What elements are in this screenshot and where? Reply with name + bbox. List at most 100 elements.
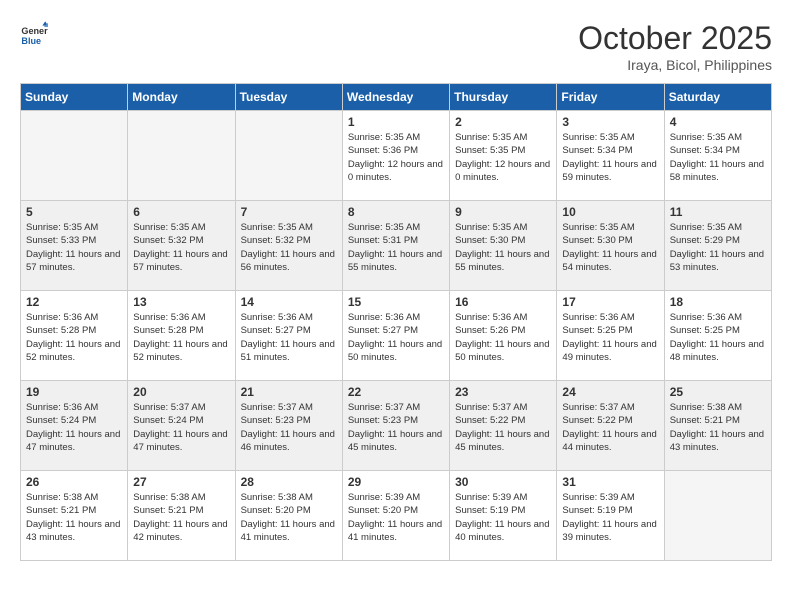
calendar-table: SundayMondayTuesdayWednesdayThursdayFrid…: [20, 83, 772, 561]
day-number: 12: [26, 295, 122, 309]
day-number: 24: [562, 385, 658, 399]
day-number: 13: [133, 295, 229, 309]
weekday-header: Friday: [557, 84, 664, 111]
calendar-cell: [235, 111, 342, 201]
day-number: 26: [26, 475, 122, 489]
day-number: 5: [26, 205, 122, 219]
calendar-cell: 22 Sunrise: 5:37 AMSunset: 5:23 PMDayligh…: [342, 381, 449, 471]
day-info: Sunrise: 5:35 AMSunset: 5:31 PMDaylight:…: [348, 221, 444, 274]
day-number: 9: [455, 205, 551, 219]
day-info: Sunrise: 5:35 AMSunset: 5:34 PMDaylight:…: [562, 131, 658, 184]
calendar-cell: 16Sunrise: 5:36 AMSunset: 5:26 PMDayligh…: [450, 291, 557, 381]
day-number: 17: [562, 295, 658, 309]
calendar-cell: [128, 111, 235, 201]
svg-text:General: General: [21, 26, 48, 36]
day-info: Sunrise: 5:36 AMSunset: 5:28 PMDaylight:…: [133, 311, 229, 364]
day-info: Sunrise: 5:35 AMSunset: 5:30 PMDaylight:…: [562, 221, 658, 274]
day-number: 3: [562, 115, 658, 129]
day-number: 27: [133, 475, 229, 489]
day-number: 14: [241, 295, 337, 309]
calendar-cell: 18 Sunrise: 5:36 AMSunset: 5:25 PMDayligh…: [664, 291, 771, 381]
calendar-cell: 20 Sunrise: 5:37 AMSunset: 5:24 PMDayligh…: [128, 381, 235, 471]
day-info: Sunrise: 5:37 AMSunset: 5:24 PMDaylight:…: [133, 401, 229, 454]
weekday-header: Wednesday: [342, 84, 449, 111]
weekday-header: Sunday: [21, 84, 128, 111]
day-info: Sunrise: 5:38 AMSunset: 5:21 PMDaylight:…: [133, 491, 229, 544]
logo-icon: General Blue: [20, 20, 48, 48]
calendar-cell: 21 Sunrise: 5:37 AMSunset: 5:23 PMDayligh…: [235, 381, 342, 471]
day-number: 23: [455, 385, 551, 399]
day-number: 25: [670, 385, 766, 399]
calendar-cell: [21, 111, 128, 201]
day-info: Sunrise: 5:35 AMSunset: 5:35 PMDaylight:…: [455, 131, 551, 184]
logo: General Blue: [20, 20, 48, 48]
day-info: Sunrise: 5:35 AMSunset: 5:36 PMDaylight:…: [348, 131, 444, 184]
calendar-cell: 17 Sunrise: 5:36 AMSunset: 5:25 PMDayligh…: [557, 291, 664, 381]
day-number: 15: [348, 295, 444, 309]
calendar-cell: 23 Sunrise: 5:37 AMSunset: 5:22 PMDayligh…: [450, 381, 557, 471]
day-info: Sunrise: 5:38 AMSunset: 5:21 PMDaylight:…: [26, 491, 122, 544]
calendar-cell: 3 Sunrise: 5:35 AMSunset: 5:34 PMDaylight…: [557, 111, 664, 201]
calendar-cell: 11 Sunrise: 5:35 AMSunset: 5:29 PMDayligh…: [664, 201, 771, 291]
day-info: Sunrise: 5:36 AMSunset: 5:24 PMDaylight:…: [26, 401, 122, 454]
day-number: 2: [455, 115, 551, 129]
day-info: Sunrise: 5:37 AMSunset: 5:23 PMDaylight:…: [348, 401, 444, 454]
day-info: Sunrise: 5:35 AMSunset: 5:32 PMDaylight:…: [133, 221, 229, 274]
calendar-cell: 12 Sunrise: 5:36 AMSunset: 5:28 PMDayligh…: [21, 291, 128, 381]
calendar-cell: 5 Sunrise: 5:35 AMSunset: 5:33 PMDaylight…: [21, 201, 128, 291]
calendar-cell: 8Sunrise: 5:35 AMSunset: 5:31 PMDaylight…: [342, 201, 449, 291]
day-info: Sunrise: 5:37 AMSunset: 5:22 PMDaylight:…: [455, 401, 551, 454]
calendar-cell: 29Sunrise: 5:39 AMSunset: 5:20 PMDayligh…: [342, 471, 449, 561]
weekday-header: Monday: [128, 84, 235, 111]
page-header: General Blue October 2025 Iraya, Bicol, …: [20, 20, 772, 73]
day-info: Sunrise: 5:36 AMSunset: 5:27 PMDaylight:…: [348, 311, 444, 364]
calendar-cell: 27 Sunrise: 5:38 AMSunset: 5:21 PMDayligh…: [128, 471, 235, 561]
day-info: Sunrise: 5:35 AMSunset: 5:32 PMDaylight:…: [241, 221, 337, 274]
day-number: 4: [670, 115, 766, 129]
day-info: Sunrise: 5:37 AMSunset: 5:23 PMDaylight:…: [241, 401, 337, 454]
calendar-cell: 24 Sunrise: 5:37 AMSunset: 5:22 PMDayligh…: [557, 381, 664, 471]
day-number: 22: [348, 385, 444, 399]
calendar-cell: 30 Sunrise: 5:39 AMSunset: 5:19 PMDayligh…: [450, 471, 557, 561]
calendar-cell: 6 Sunrise: 5:35 AMSunset: 5:32 PMDaylight…: [128, 201, 235, 291]
day-info: Sunrise: 5:36 AMSunset: 5:25 PMDaylight:…: [670, 311, 766, 364]
day-number: 20: [133, 385, 229, 399]
title-block: October 2025 Iraya, Bicol, Philippines: [578, 20, 772, 73]
day-info: Sunrise: 5:39 AMSunset: 5:20 PMDaylight:…: [348, 491, 444, 544]
calendar-cell: 31Sunrise: 5:39 AMSunset: 5:19 PMDayligh…: [557, 471, 664, 561]
day-info: Sunrise: 5:36 AMSunset: 5:26 PMDaylight:…: [455, 311, 551, 364]
day-info: Sunrise: 5:37 AMSunset: 5:22 PMDaylight:…: [562, 401, 658, 454]
calendar-cell: 25 Sunrise: 5:38 AMSunset: 5:21 PMDayligh…: [664, 381, 771, 471]
day-info: Sunrise: 5:39 AMSunset: 5:19 PMDaylight:…: [455, 491, 551, 544]
calendar-cell: 19 Sunrise: 5:36 AMSunset: 5:24 PMDayligh…: [21, 381, 128, 471]
day-number: 19: [26, 385, 122, 399]
day-number: 28: [241, 475, 337, 489]
day-info: Sunrise: 5:39 AMSunset: 5:19 PMDaylight:…: [562, 491, 658, 544]
day-number: 10: [562, 205, 658, 219]
day-number: 21: [241, 385, 337, 399]
location: Iraya, Bicol, Philippines: [578, 57, 772, 73]
day-info: Sunrise: 5:35 AMSunset: 5:34 PMDaylight:…: [670, 131, 766, 184]
day-info: Sunrise: 5:35 AMSunset: 5:33 PMDaylight:…: [26, 221, 122, 274]
day-number: 1: [348, 115, 444, 129]
day-info: Sunrise: 5:36 AMSunset: 5:27 PMDaylight:…: [241, 311, 337, 364]
calendar-cell: 26 Sunrise: 5:38 AMSunset: 5:21 PMDayligh…: [21, 471, 128, 561]
day-info: Sunrise: 5:36 AMSunset: 5:28 PMDaylight:…: [26, 311, 122, 364]
calendar-cell: 1 Sunrise: 5:35 AMSunset: 5:36 PMDaylight…: [342, 111, 449, 201]
calendar-cell: [664, 471, 771, 561]
calendar-cell: 9Sunrise: 5:35 AMSunset: 5:30 PMDaylight…: [450, 201, 557, 291]
calendar-cell: 4 Sunrise: 5:35 AMSunset: 5:34 PMDaylight…: [664, 111, 771, 201]
day-number: 6: [133, 205, 229, 219]
weekday-header: Saturday: [664, 84, 771, 111]
weekday-header: Thursday: [450, 84, 557, 111]
weekday-header: Tuesday: [235, 84, 342, 111]
day-info: Sunrise: 5:35 AMSunset: 5:29 PMDaylight:…: [670, 221, 766, 274]
day-info: Sunrise: 5:36 AMSunset: 5:25 PMDaylight:…: [562, 311, 658, 364]
day-number: 11: [670, 205, 766, 219]
day-number: 18: [670, 295, 766, 309]
day-number: 30: [455, 475, 551, 489]
month-title: October 2025: [578, 20, 772, 57]
day-info: Sunrise: 5:38 AMSunset: 5:21 PMDaylight:…: [670, 401, 766, 454]
calendar-cell: 13 Sunrise: 5:36 AMSunset: 5:28 PMDayligh…: [128, 291, 235, 381]
svg-text:Blue: Blue: [21, 36, 41, 46]
